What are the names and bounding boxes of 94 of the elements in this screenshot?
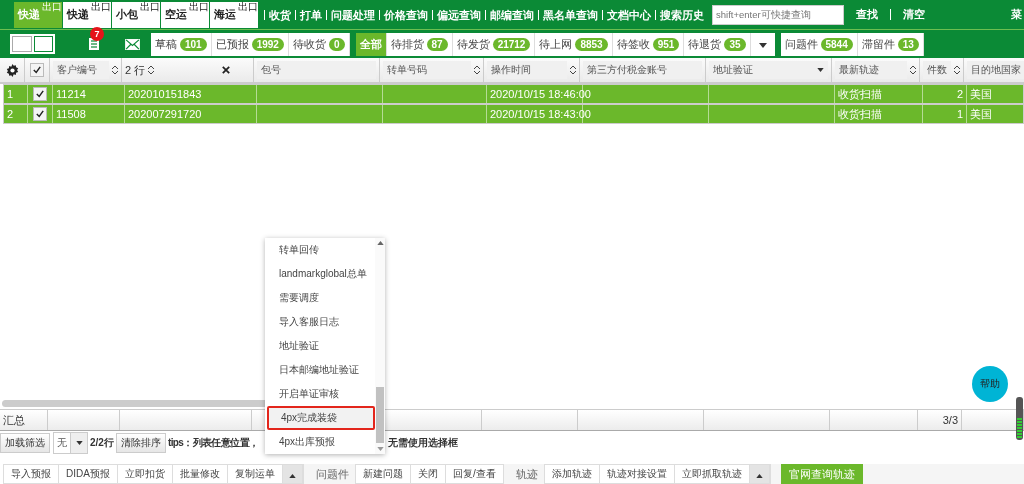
table-cell: 1 [956, 108, 963, 120]
more-button[interactable] [748, 464, 770, 484]
table-cell: 收货扫描 [838, 106, 882, 122]
menu-item[interactable]: 4px出库预报 [265, 430, 375, 454]
action-button[interactable]: DIDA预报 [58, 464, 117, 484]
sort-icon[interactable] [910, 65, 916, 75]
table-cell: 2020/10/15 18:46:00 [490, 88, 591, 100]
scrollbar[interactable] [1016, 397, 1023, 440]
menu-item[interactable]: 需要调度 [265, 285, 375, 310]
action-button[interactable]: 立即扣货 [116, 464, 172, 484]
summary-total: 3/3 [942, 414, 958, 426]
scroll-up-icon[interactable] [376, 241, 384, 245]
table-cell: 2020/10/15 18:43:00 [490, 108, 591, 120]
find-link[interactable]: 查找 [856, 9, 878, 20]
caret-icon [817, 68, 824, 72]
table-cell: 11214 [56, 88, 86, 100]
search-field[interactable]: shift+enter可快捷查询 [712, 4, 844, 25]
caret-icon [75, 441, 83, 445]
action-button[interactable]: 关闭 [409, 464, 445, 484]
nav-link[interactable]: 价格查询 [379, 9, 432, 20]
nav-link[interactable]: 偏远查询 [432, 9, 485, 20]
table-cell: 收货扫描 [838, 86, 882, 102]
nav-link[interactable]: 邮编查询 [485, 9, 538, 20]
tips-text: 无需使用选择框 [388, 436, 458, 450]
caret-icon [758, 43, 767, 48]
table-cell: 2 [956, 88, 963, 100]
nav-link[interactable]: 打单 [295, 9, 326, 20]
column-header[interactable]: 2 行 [125, 62, 146, 78]
nav-link[interactable]: 文档中心 [602, 9, 655, 20]
sort-icon[interactable] [474, 65, 480, 75]
notification-badge: 7 [90, 27, 104, 41]
menu-item[interactable]: landmarkglobal总单 [265, 262, 375, 286]
table-cell: 202010151843 [128, 88, 202, 100]
table-cell: 美国 [970, 86, 992, 102]
column-filter[interactable]: 地址验证 [709, 61, 828, 79]
table-cell: 11508 [56, 108, 86, 120]
help-button[interactable]: 帮助 [972, 366, 1008, 402]
action-button[interactable]: 新建问题 [354, 464, 410, 484]
action-button[interactable]: 回复/查看 [444, 464, 503, 484]
action-button[interactable]: 批量修改 [171, 464, 227, 484]
column-header[interactable]: 操作时间 [487, 61, 567, 79]
row-count: 2/2行 [90, 436, 114, 450]
action-button[interactable]: 轨迹对接设置 [598, 464, 674, 484]
select-all-checkbox[interactable] [30, 63, 44, 77]
nav-link[interactable]: 收货 [264, 9, 295, 20]
sort-icon[interactable] [570, 65, 576, 75]
row-checkbox[interactable] [33, 87, 47, 101]
caret-icon [755, 473, 763, 478]
group-label: 问题件 [315, 466, 349, 482]
menu-item[interactable]: 开启单证审核 [265, 381, 375, 406]
row-number: 1 [7, 88, 14, 100]
menu-link[interactable]: 菜 [1011, 7, 1022, 22]
menu-item[interactable]: 地址验证 [265, 333, 375, 358]
caret-icon [288, 473, 296, 478]
column-header[interactable]: 客户编号 [53, 61, 109, 79]
summary-label: 汇总 [3, 412, 25, 428]
scroll-down-icon[interactable] [376, 447, 384, 451]
action-button[interactable]: 复制运单 [226, 464, 282, 484]
settings-icon[interactable] [5, 63, 19, 77]
more-button[interactable] [281, 464, 303, 484]
nav-link[interactable]: 搜索历史 [655, 9, 708, 20]
menu-item[interactable]: 导入客服日志 [265, 309, 375, 334]
sort-icon[interactable] [112, 65, 118, 75]
clear-icon[interactable] [222, 66, 230, 74]
column-header[interactable]: 最新轨迹 [835, 61, 907, 79]
action-button[interactable]: 添加轨迹 [543, 464, 599, 484]
layout-toggle[interactable] [34, 36, 53, 52]
column-header[interactable]: 第三方付税金账号 [583, 61, 702, 79]
load-filter-button[interactable]: 加载筛选 [0, 433, 50, 453]
column-header[interactable]: 目的地国家 [967, 61, 1024, 79]
table-cell: 美国 [970, 106, 992, 122]
group-label: 轨迹 [515, 466, 538, 482]
tips-text: tips：列表任意位置， [167, 436, 259, 450]
menu-item[interactable]: 4px完成装袋 [267, 405, 375, 431]
column-header[interactable]: 包号 [257, 61, 376, 79]
column-header[interactable]: 件数 [923, 61, 951, 79]
filter-select[interactable]: 无 [53, 432, 88, 454]
nav-link[interactable]: 黑名单查询 [538, 9, 602, 20]
row-checkbox[interactable] [33, 107, 47, 121]
action-button[interactable]: 立即抓取轨迹 [673, 464, 749, 484]
menu-item[interactable]: 日本邮编地址验证 [265, 357, 375, 382]
row-number: 2 [7, 108, 14, 120]
menu-item[interactable]: 转单回传 [265, 238, 375, 262]
scrollbar[interactable] [376, 387, 384, 443]
nav-link[interactable]: 问题处理 [326, 9, 379, 20]
action-button[interactable]: 导入预报 [3, 464, 58, 484]
sort-icon[interactable] [148, 65, 155, 75]
column-header[interactable]: 转单号码 [383, 61, 471, 79]
table-cell: 202007291720 [128, 108, 202, 120]
mail-icon[interactable] [125, 38, 140, 50]
layout-toggle[interactable] [12, 36, 32, 52]
clear-link[interactable]: 清空 [890, 9, 925, 20]
sort-icon[interactable] [954, 65, 960, 75]
clear-sort-button[interactable]: 清除排序 [115, 433, 166, 453]
